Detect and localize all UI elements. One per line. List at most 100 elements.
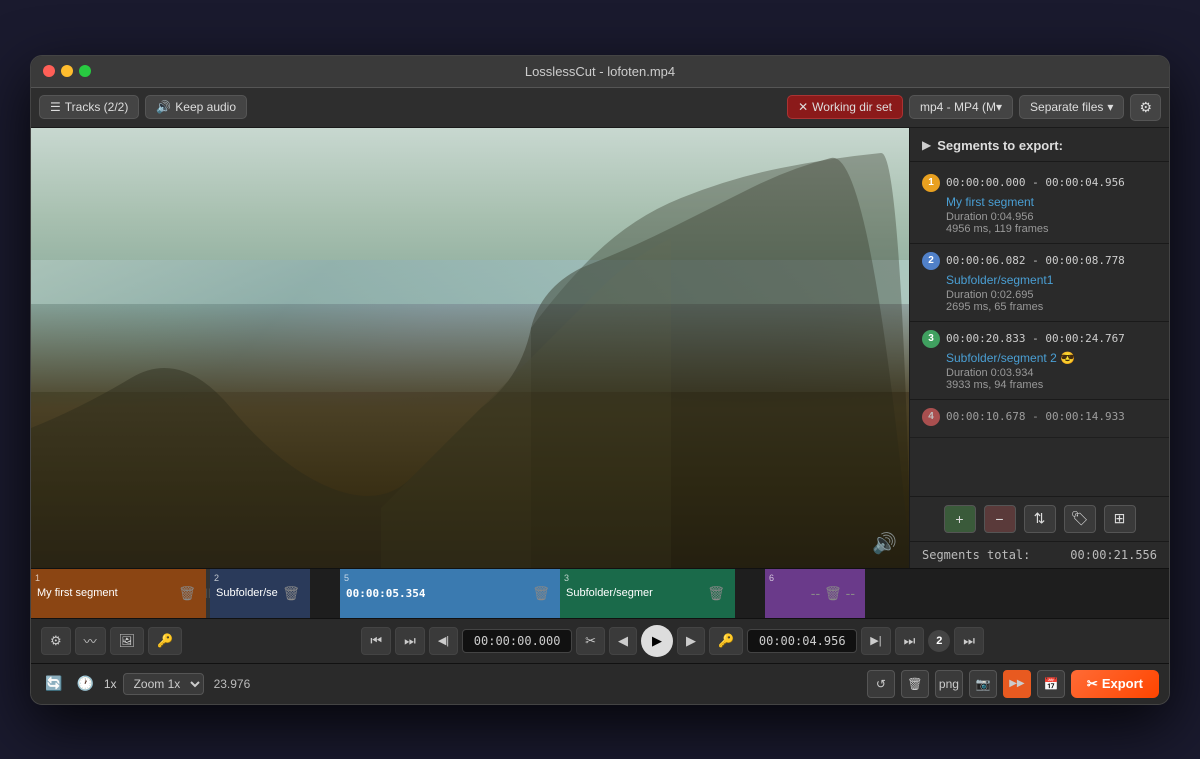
frame-back-btn[interactable]: ⏭ [395,627,425,655]
remove-segment-button[interactable]: − [984,505,1016,533]
video-display: 🔊 [31,128,909,568]
segments-list: 1 00:00:00.000 - 00:00:04.956 My first s… [910,162,1169,496]
rotate-btn[interactable]: 🔄 [41,673,66,694]
timeline-segment-2[interactable]: 2 Subfolder/se 🗑 [210,569,310,618]
segment-item-4[interactable]: 4 00:00:10.678 - 00:00:14.933 [910,400,1169,438]
segment-item-3[interactable]: 3 00:00:20.833 - 00:00:24.767 Subfolder/… [910,322,1169,400]
png-label: png [939,677,959,691]
end-time-display: 00:00:04.956 [747,629,857,653]
skip-back-btn[interactable]: ⏮ [361,627,391,655]
segments-panel: ▶ Segments to export: 1 00:00:00.000 - 0… [909,128,1169,568]
segment-time-1: 00:00:00.000 - 00:00:04.956 [946,176,1125,189]
cut-start-btn[interactable]: ✂ [576,627,605,655]
segment-detail-3: 3933 ms, 94 frames [922,379,1157,391]
timeline-segment-4[interactable]: 6 -- 🗑 -- [765,569,865,618]
format-label: mp4 - MP4 (M▾ [920,100,1002,114]
segment-duration-1: Duration 0:04.956 [922,211,1157,223]
settings-button[interactable]: ⚙ [1130,94,1161,121]
gear-icon: ⚙ [1139,99,1152,115]
format-select-btn[interactable]: png [935,670,963,698]
tl-trash-2[interactable]: 🗑 [278,585,304,602]
fps-display: 23.976 [214,677,251,691]
working-dir-button[interactable]: ✕ Working dir set [787,95,903,119]
timeline-segment-1[interactable]: 1 My first segment 🗑 [31,569,206,618]
segment-item-1[interactable]: 1 00:00:00.000 - 00:00:04.956 My first s… [910,166,1169,244]
segment-detail-2: 2695 ms, 65 frames [922,301,1157,313]
key-btn[interactable]: 🔑 [148,627,182,655]
timeline-segment-active[interactable]: 5 00:00:05.354 🗑 [340,569,560,618]
audio-button[interactable]: 🔊 Keep audio [145,95,247,119]
tag-segment-button[interactable]: 🏷 [1064,505,1096,533]
chevron-down-icon: ▾ [1107,100,1113,114]
segment-item-2[interactable]: 2 00:00:06.082 - 00:00:08.778 Subfolder/… [910,244,1169,322]
tl-trash-3[interactable]: 🗑 [703,585,729,602]
working-dir-label: Working dir set [812,100,892,114]
total-label: Segments total: [922,548,1030,562]
tl-trash-active[interactable]: 🗑 [528,585,554,602]
segment-badge: 2 [928,630,950,652]
skip-fwd-btn[interactable]: ⏭ [954,627,984,655]
format-button[interactable]: mp4 - MP4 (M▾ [909,95,1013,119]
maximize-button[interactable] [79,65,91,77]
tl-trash-6[interactable]: -- 🗑 -- [807,585,859,602]
grid-button[interactable]: ⊞ [1104,505,1136,533]
camera-btn[interactable]: 📷 [969,670,997,698]
app-icon-btn[interactable]: ▶▶ [1003,670,1031,698]
calendar-btn[interactable]: 📅 [1037,670,1065,698]
grid-icon: ⊞ [1114,510,1126,527]
speaker-icon: 🔊 [156,100,171,114]
segment-name-1: My first segment [922,195,1157,209]
add-segment-button[interactable]: + [944,505,976,533]
tracks-label: Tracks (2/2) [65,100,129,114]
timeline-segment-3[interactable]: 3 Subfolder/segmer 🗑 [560,569,735,618]
delete-btn[interactable]: 🗑 [901,670,929,698]
export-button[interactable]: ✂ Export [1071,670,1159,698]
cut-end-btn[interactable]: 🔑 [709,627,743,655]
tl-num-1: 1 [35,573,40,583]
segment-name-3: Subfolder/segment 2 😎 [922,351,1157,365]
segment-time-4: 00:00:10.678 - 00:00:14.933 [946,410,1125,423]
zoom-multiplier: 1x [104,677,117,691]
segment-time-3: 00:00:20.833 - 00:00:24.767 [946,332,1125,345]
tracks-button[interactable]: ☰ Tracks (2/2) [39,95,139,119]
minimize-button[interactable] [61,65,73,77]
restore-btn[interactable]: ↺ [867,670,895,698]
segment-number-1: 1 [922,174,940,192]
image-btn[interactable]: 🖼 [110,627,145,655]
play-button[interactable]: ▶ [641,625,673,657]
audio-label: Keep audio [175,100,236,114]
tl-trash-1[interactable]: 🗑 [174,585,200,602]
segment-duration-2: Duration 0:02.695 [922,289,1157,301]
tl-num-3: 3 [564,573,569,583]
close-button[interactable] [43,65,55,77]
tag-icon: 🏷 [1071,510,1089,527]
segment-number-3: 3 [922,330,940,348]
split-segment-button[interactable]: ⇅ [1024,505,1056,533]
forward-btn[interactable]: ▶ [677,627,705,655]
bottom-bar: 🔄 🕐 1x Zoom 1x Zoom 2x Zoom 4x 23.976 ↺ … [31,663,1169,704]
segments-title: Segments to export: [937,138,1063,153]
waveform-btn[interactable]: 〰 [75,627,106,655]
export-label: Export [1102,676,1143,691]
title-bar: LosslessCut - lofoten.mp4 [31,56,1169,88]
clock-btn[interactable]: 🕐 [72,673,97,694]
cliff-svg [31,128,909,568]
next-frame-btn[interactable]: ⏭ [895,627,925,655]
segment-number-2: 2 [922,252,940,270]
rewind-btn[interactable]: ◀ [609,627,637,655]
separate-files-button[interactable]: Separate files ▾ [1019,95,1124,119]
menu-icon: ☰ [50,100,61,114]
close-x-icon: ✕ [798,100,808,114]
set-end-btn[interactable]: ▶| [861,627,890,655]
set-start-btn[interactable]: ◀| [429,627,458,655]
zoom-select[interactable]: Zoom 1x Zoom 2x Zoom 4x [123,673,204,695]
tl-label-1: My first segment [37,587,174,599]
main-area: 🔊 ▶ Segments to export: 1 00:00:00.000 -… [31,128,1169,568]
playback-controls: ⚙ 〰 🖼 🔑 ⏮ ⏭ ◀| 00:00:00.000 ✂ ◀ ▶ ▶ 🔑 00… [31,618,1169,663]
segment-number-4: 4 [922,408,940,426]
video-panel: 🔊 [31,128,909,568]
segments-actions: + − ⇅ 🏷 ⊞ [910,496,1169,541]
tl-label-3: Subfolder/segmer [566,587,703,599]
segments-total: Segments total: 00:00:21.556 [910,541,1169,568]
settings-icon-btn[interactable]: ⚙ [41,627,71,655]
